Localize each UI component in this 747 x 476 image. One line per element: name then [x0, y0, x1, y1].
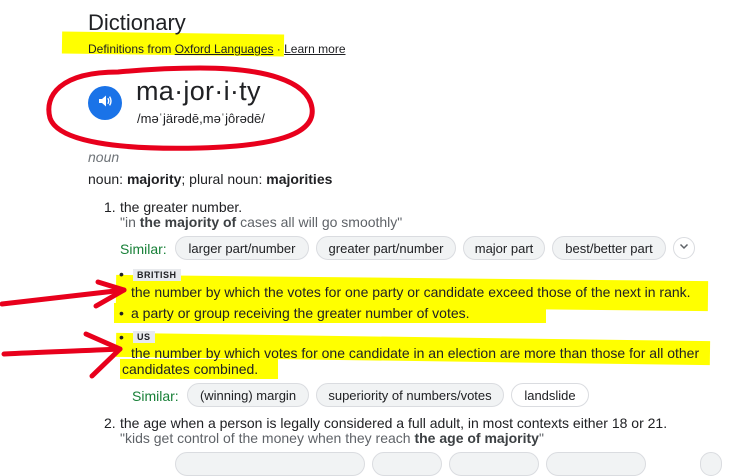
annotation-overlay	[0, 65, 315, 379]
annotation-arrow-2-head	[83, 331, 123, 379]
annotation-circle	[46, 65, 315, 151]
annotation-arrow-2-shaft	[1, 346, 123, 357]
